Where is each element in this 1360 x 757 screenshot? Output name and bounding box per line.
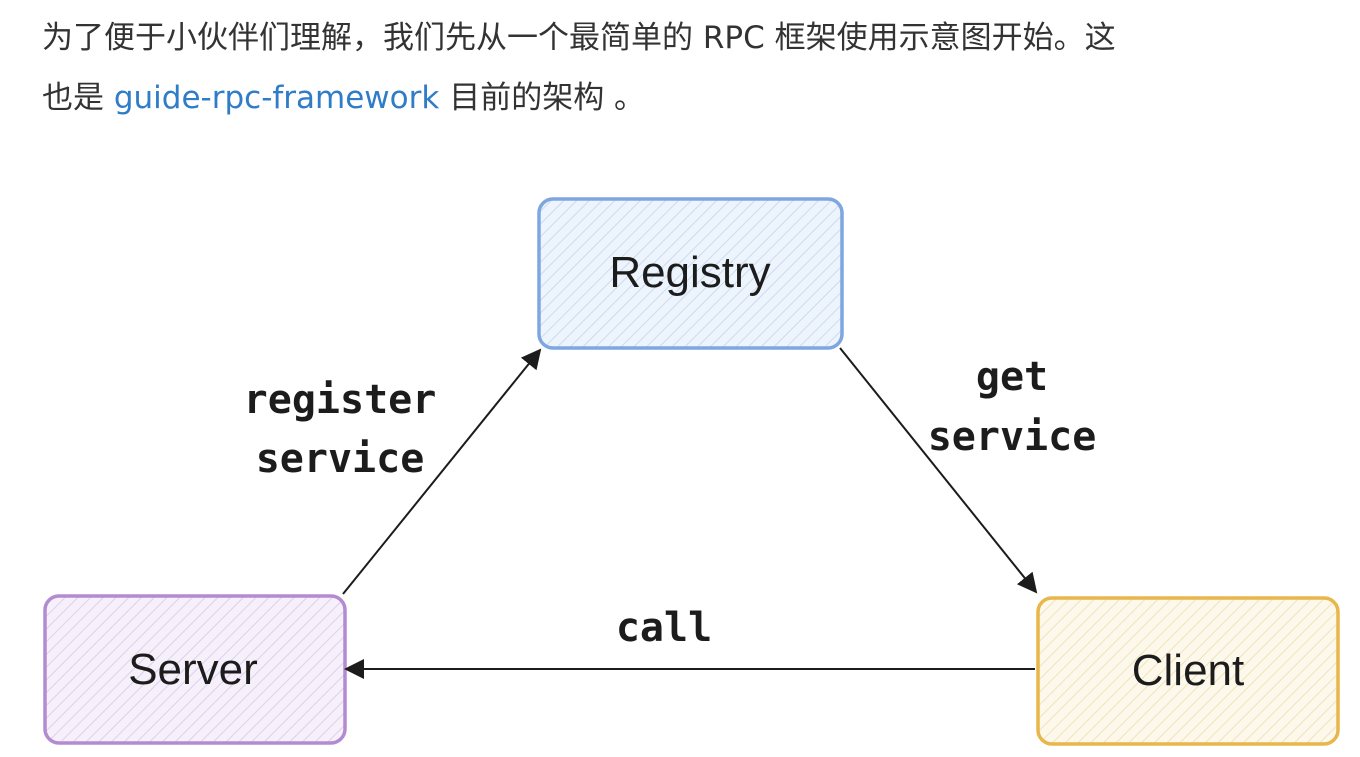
rpc-architecture-diagram: Registry Server Client register service … — [43, 197, 1340, 746]
register-label-line2: service — [256, 436, 425, 482]
server-node: Server — [43, 594, 347, 745]
get-label-line2: service — [928, 414, 1097, 460]
registry-label: Registry — [609, 248, 770, 297]
registry-node: Registry — [537, 197, 844, 350]
server-label: Server — [128, 645, 258, 694]
get-label-line1: get — [976, 354, 1048, 400]
register-label-line1: register — [244, 377, 437, 423]
client-node: Client — [1036, 596, 1340, 746]
call-label: call — [616, 605, 712, 651]
client-label: Client — [1132, 646, 1245, 695]
